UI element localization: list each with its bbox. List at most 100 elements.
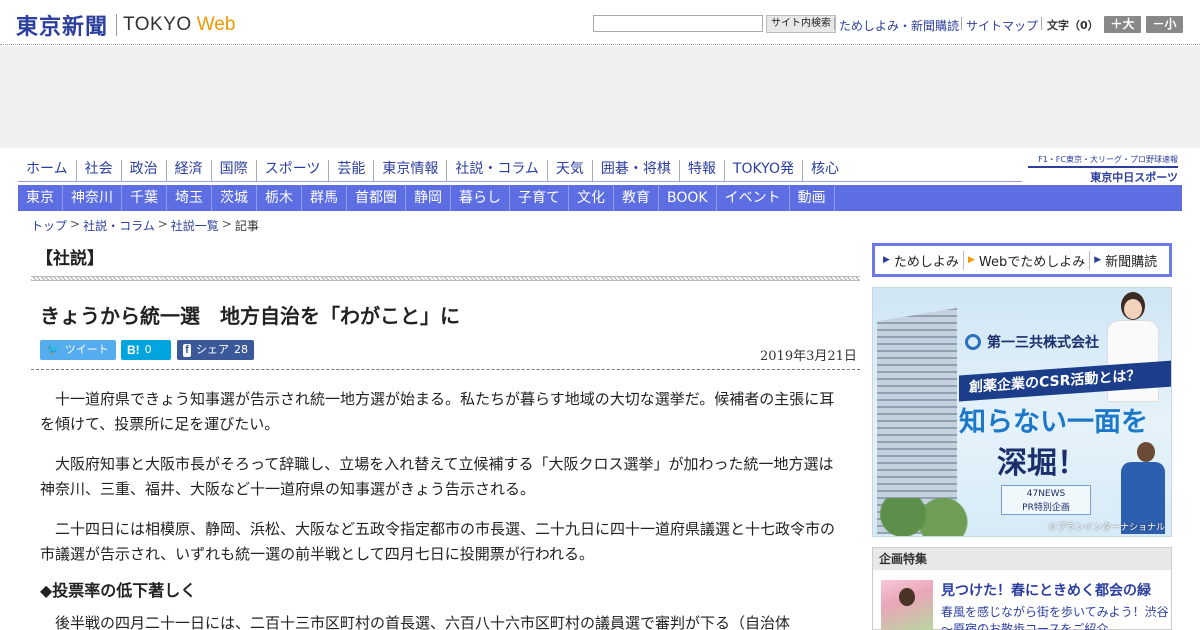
ad-company-label: 第一三共株式会社 <box>987 335 1099 351</box>
hatena-count: 0 <box>144 343 152 356</box>
site-search-input[interactable] <box>593 15 763 32</box>
article-subheading: ◆投票率の低下著しく <box>40 581 197 600</box>
logo-web: Web <box>196 14 236 35</box>
arrow-right-icon: ▶ <box>967 255 975 265</box>
breadcrumb: トップ > 社説・コラム > 社説一覧 > 記事 <box>31 217 259 234</box>
sitemap-link[interactable]: サイトマップ <box>966 17 1038 34</box>
tweet-button[interactable]: 🐦 ツイート <box>40 340 116 360</box>
header-separator <box>961 17 962 30</box>
section-divider <box>31 276 860 281</box>
trial-subscribe-link[interactable]: ためしよみ・新聞購読 <box>839 17 959 34</box>
ad-company-name: 第一三共株式会社 <box>965 332 1099 352</box>
ad-tree-image <box>873 498 973 536</box>
trial-read-link[interactable]: ▶ ためしよみ <box>879 251 963 270</box>
lnav-item-gunma[interactable]: 群馬 <box>302 185 347 211</box>
lnav-item-book[interactable]: BOOK <box>659 185 717 211</box>
article-paragraph: 十一道府県できょう知事選が告示され統一地方選が始まる。私たちが暮らす地域の大切な… <box>40 390 835 433</box>
article-title: きょうから統一選 地方自治を「わがこと」に <box>40 304 460 328</box>
arrow-right-icon: ▶ <box>1094 255 1102 265</box>
gnav-item-economy[interactable]: 経済 <box>165 160 211 182</box>
font-size-label: 文字（0） <box>1047 19 1099 32</box>
article-header-divider <box>31 369 860 370</box>
lnav-item-education[interactable]: 教育 <box>614 185 659 211</box>
gnav-item-entertainment[interactable]: 芸能 <box>328 160 373 182</box>
article-date: 2019年3月21日 <box>760 349 857 364</box>
gnav-item-core[interactable]: 核心 <box>801 160 847 182</box>
facebook-share-count: 28 <box>234 343 248 356</box>
hatena-icon: B! <box>127 343 140 357</box>
breadcrumb-top[interactable]: トップ <box>31 217 67 234</box>
web-trial-read-label: Webでためしよみ <box>978 254 1086 270</box>
lnav-item-shizuoka[interactable]: 静岡 <box>406 185 451 211</box>
site-logo[interactable]: 東京新聞 TOKYO Web <box>16 9 235 41</box>
breadcrumb-separator: > <box>157 217 168 231</box>
chunichi-sports-banner[interactable]: F1・FC東京・大リーグ・プロ野球速報 東京中日スポーツ <box>1028 154 1178 185</box>
facebook-icon: f <box>183 343 191 357</box>
header-separator <box>834 17 835 30</box>
lnav-item-living[interactable]: 暮らし <box>451 185 510 211</box>
featured-description-link[interactable]: 春風を感じながら街を歩いてみよう！渋谷～原宿のお散歩コースをご紹介 <box>941 604 1169 630</box>
chunichi-sports-title: 東京中日スポーツ <box>1028 166 1178 185</box>
font-decrease-button[interactable]: －小 <box>1146 16 1183 33</box>
gnav-item-special-report[interactable]: 特報 <box>678 160 724 182</box>
gnav-item-tokyo-info[interactable]: 東京情報 <box>373 160 446 182</box>
ad-big-text: 深堀！ <box>997 446 1087 481</box>
font-increase-button[interactable]: ＋大 <box>1104 16 1141 33</box>
company-logo-icon <box>965 334 981 350</box>
article-paragraph: 大阪府知事と大阪市長がそろって辞職し、立場を入れ替えて立候補する「大阪クロス選挙… <box>40 455 834 498</box>
lnav-item-video[interactable]: 動画 <box>790 185 835 211</box>
site-header: 東京新聞 TOKYO Web サイト内検索 ためしよみ・新聞購読 サイトマップ … <box>0 0 1200 45</box>
lnav-item-parenting[interactable]: 子育て <box>510 185 569 211</box>
logo-english: TOKYO <box>123 14 192 35</box>
subscribe-link[interactable]: ▶ 新聞購読 <box>1089 250 1161 270</box>
lnav-item-kanagawa[interactable]: 神奈川 <box>63 185 122 211</box>
lnav-item-tokyo[interactable]: 東京 <box>18 185 63 211</box>
article-paragraph: 二十四日には相模原、静岡、浜松、大阪など五政令指定都市の市長選、二十九日に四十一… <box>40 520 836 563</box>
lnav-item-event[interactable]: イベント <box>717 185 790 211</box>
ad-big-text: 知らない一面を <box>959 407 1148 438</box>
subscription-bar: ▶ ためしよみ ▶ Webでためしよみ ▶ 新聞購読 <box>872 243 1172 277</box>
facebook-share-button[interactable]: f シェア 28 <box>177 340 254 360</box>
lnav-item-culture[interactable]: 文化 <box>569 185 614 211</box>
gnav-item-tokyo-origin[interactable]: TOKYO発 <box>723 160 802 182</box>
chunichi-sports-subtitle: F1・FC東京・大リーグ・プロ野球速報 <box>1038 155 1178 164</box>
arrow-right-icon: ▶ <box>883 255 890 265</box>
gnav-item-editorial[interactable]: 社説・コラム <box>446 160 547 182</box>
logo-japanese: 東京新聞 <box>16 14 109 40</box>
breadcrumb-separator: > <box>221 217 232 231</box>
lnav-item-tochigi[interactable]: 栃木 <box>257 185 302 211</box>
ad-news-badge: 47NEWS PR特別企画 <box>1001 485 1091 515</box>
trial-read-label: ためしよみ <box>893 254 959 270</box>
gnav-item-go-shogi[interactable]: 囲碁・将棋 <box>591 160 679 182</box>
gnav-item-society[interactable]: 社会 <box>75 160 121 182</box>
facebook-share-label: シェア <box>196 343 229 356</box>
breadcrumb-current: 記事 <box>234 219 259 233</box>
article-body: 十一道府県できょう知事選が告示され統一地方選が始まる。私たちが暮らす地域の大切な… <box>40 387 848 630</box>
twitter-icon: 🐦 <box>46 344 60 356</box>
logo-divider <box>116 14 118 36</box>
gnav-item-weather[interactable]: 天気 <box>546 160 592 182</box>
ad-news-line: 47NEWS <box>1026 489 1066 499</box>
lnav-item-saitama[interactable]: 埼玉 <box>167 185 212 211</box>
lnav-item-metro-area[interactable]: 首都圏 <box>347 185 406 211</box>
breadcrumb-separator: > <box>70 217 81 231</box>
gnav-item-international[interactable]: 国際 <box>210 160 256 182</box>
gnav-item-sports[interactable]: スポーツ <box>255 160 329 182</box>
gnav-item-politics[interactable]: 政治 <box>120 160 166 182</box>
web-trial-read-link[interactable]: ▶ Webでためしよみ <box>962 250 1089 270</box>
hatena-bookmark-button[interactable]: B! 0 <box>121 340 171 360</box>
featured-section: 企画特集 見つけた！春にときめく都会の緑 春風を感じながら街を歩いてみよう！渋谷… <box>872 547 1172 630</box>
ad-news-line: PR特別企画 <box>1022 503 1070 513</box>
lnav-item-chiba[interactable]: 千葉 <box>122 185 167 211</box>
gnav-item-home[interactable]: ホーム <box>18 160 76 182</box>
featured-thumbnail[interactable] <box>881 580 933 630</box>
subscribe-label: 新聞購読 <box>1105 254 1158 270</box>
ad-credit: ©プランインターナショナル <box>1047 523 1165 533</box>
article-paragraph: 後半戦の四月二十一日には、二百十三市区町村の首長選、六百八十六市区町村の議員選で… <box>55 614 791 630</box>
sidebar-ad-banner[interactable]: 第一三共株式会社 創薬企業のCSR活動とは？ 知らない一面を 深堀！ 47NEW… <box>872 287 1172 537</box>
lnav-item-ibaraki[interactable]: 茨城 <box>212 185 257 211</box>
featured-title-link[interactable]: 見つけた！春にときめく都会の緑 <box>941 580 1151 600</box>
site-search-button[interactable]: サイト内検索 <box>766 15 836 33</box>
breadcrumb-editorial[interactable]: 社説・コラム <box>83 217 155 234</box>
breadcrumb-editorial-list[interactable]: 社説一覧 <box>171 217 219 234</box>
